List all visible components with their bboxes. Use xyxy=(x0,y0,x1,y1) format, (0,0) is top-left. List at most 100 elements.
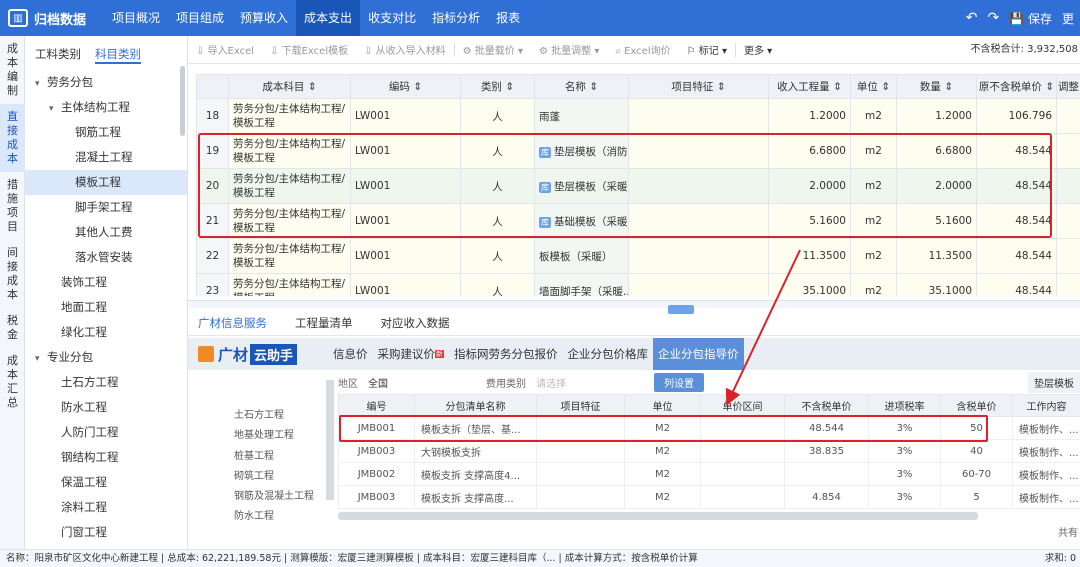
nav-item-5[interactable]: 指标分析 xyxy=(424,0,488,36)
guide-cell[interactable] xyxy=(784,462,869,486)
price-cell[interactable]: 48.544 xyxy=(976,133,1057,169)
subject-cell[interactable]: 劳务分包/主体结构工程/模板工程 xyxy=(228,238,351,274)
nav-item-2[interactable]: 预算收入 xyxy=(232,0,296,36)
guide-cell[interactable]: 模板制作、... xyxy=(1012,416,1080,440)
tree-node[interactable]: 钢结构工程 xyxy=(25,445,187,470)
guide-cell[interactable]: 模板支拆 支撑高度... xyxy=(414,485,537,509)
feature-cell[interactable] xyxy=(628,203,769,239)
unit-cell[interactable]: m2 xyxy=(850,98,897,134)
subject-cell[interactable]: 劳务分包/主体结构工程/模板工程 xyxy=(228,168,351,204)
guide-cell[interactable] xyxy=(536,462,625,486)
guide-cell[interactable]: 模板制作、... xyxy=(1012,439,1080,463)
category-item[interactable]: 砌筑工程 xyxy=(226,467,336,487)
nav-item-0[interactable]: 项目概况 xyxy=(104,0,168,36)
unit-cell[interactable]: m2 xyxy=(850,168,897,204)
guide-cell[interactable]: M2 xyxy=(624,462,701,486)
tree-node[interactable]: 土石方工程 xyxy=(25,370,187,395)
code-cell[interactable]: LW001 xyxy=(350,203,461,239)
tree-node[interactable]: ▾ 专业分包 xyxy=(25,345,187,370)
service-tab-2[interactable]: 指标网劳务分包报价 xyxy=(449,338,563,370)
adjust-cell[interactable] xyxy=(1056,273,1080,296)
more-right[interactable]: 更 xyxy=(1062,10,1074,27)
toolbar-button-4[interactable]: ⚙ 批量调整 ▾ xyxy=(531,42,607,57)
tree-node[interactable]: ▾ 劳务分包 xyxy=(25,70,187,95)
qty-cell[interactable]: 2.0000 xyxy=(896,168,977,204)
feature-cell[interactable] xyxy=(628,133,769,169)
adjust-cell[interactable] xyxy=(1056,203,1080,239)
service-tab-1[interactable]: 采购建议价新 xyxy=(373,338,450,370)
guide-cell[interactable]: 模板制作、... xyxy=(1012,462,1080,486)
guide-cell[interactable]: 38.835 xyxy=(784,439,869,463)
tree-node[interactable]: 门窗工程 xyxy=(25,520,187,545)
guide-cell[interactable]: 大钢模板支拆 xyxy=(414,439,537,463)
tree-node[interactable]: 脚手架工程 xyxy=(25,195,187,220)
guide-row[interactable]: JMB003 模板支拆 支撑高度... M2 4.854 3% 5 模板制作、... xyxy=(338,485,1080,509)
service-tab-4[interactable]: 企业分包指导价 xyxy=(653,338,744,370)
guide-row[interactable]: JMB003 大钢模板支拆 M2 38.835 3% 40 模板制作、... xyxy=(338,439,1080,463)
undo-icon[interactable]: ↶ xyxy=(966,10,978,26)
name-cell[interactable]: 库基础模板（采暖... xyxy=(534,203,629,239)
guide-hscrollbar[interactable] xyxy=(338,512,978,520)
category-scrollbar[interactable] xyxy=(326,380,334,500)
name-cell[interactable]: 库垫层模板（采暖... xyxy=(534,168,629,204)
income-qty-cell[interactable]: 6.6800 xyxy=(768,133,851,169)
qty-cell[interactable]: 35.1000 xyxy=(896,273,977,296)
income-qty-cell[interactable]: 5.1600 xyxy=(768,203,851,239)
tree-scrollbar[interactable] xyxy=(180,66,185,136)
panel-divider[interactable] xyxy=(188,300,1080,308)
region-select[interactable]: 全国 xyxy=(368,375,428,390)
guide-row[interactable]: JMB002 模板支拆 支撑高度4... M2 3% 60-70 模板制作、... xyxy=(338,462,1080,486)
column-settings-button[interactable]: 列设置 xyxy=(654,372,704,392)
feature-cell[interactable] xyxy=(628,168,769,204)
vtab-2[interactable]: 措施项目 xyxy=(0,172,25,240)
vtab-5[interactable]: 成本汇总 xyxy=(0,348,25,416)
grid-row[interactable]: 18 劳务分包/主体结构工程/模板工程 LW001 人雨蓬 1.2000 m2 1.2000… xyxy=(196,98,1080,134)
adjust-cell[interactable] xyxy=(1056,168,1080,204)
category-item[interactable]: 地基处理工程 xyxy=(226,426,336,446)
grid-row[interactable]: 19劳务分包/主体结构工程/模板工程LW001人库垫层模板（消防... 6.680… xyxy=(196,133,1080,169)
toolbar-button-0[interactable]: ⇩ 导入Excel xyxy=(188,42,262,57)
code-cell[interactable]: LW001 xyxy=(350,98,461,134)
name-cell[interactable]: 库垫层模板（消防... xyxy=(534,133,629,169)
category-item[interactable]: 桩基工程 xyxy=(226,447,336,467)
qty-cell[interactable]: 1.2000 xyxy=(896,98,977,134)
unit-cell[interactable]: m2 xyxy=(850,238,897,274)
type-cell[interactable]: 人 xyxy=(460,273,535,296)
guide-cell[interactable]: JMB003 xyxy=(338,439,415,463)
qty-cell[interactable]: 5.1600 xyxy=(896,203,977,239)
guide-cell[interactable]: 40 xyxy=(940,439,1013,463)
toolbar-button-2[interactable]: ⇩ 从收入导入材料 xyxy=(356,42,454,57)
redo-icon[interactable]: ↷ xyxy=(987,10,999,26)
guide-cell[interactable] xyxy=(700,485,785,509)
guide-cell[interactable] xyxy=(536,485,625,509)
unit-cell[interactable]: m2 xyxy=(850,133,897,169)
caret-icon[interactable]: ▾ xyxy=(35,347,47,372)
guide-cell[interactable]: 5 xyxy=(940,485,1013,509)
unit-cell[interactable]: m2 xyxy=(850,203,897,239)
vtab-3[interactable]: 间接成本 xyxy=(0,240,25,308)
toolbar-button-1[interactable]: ⇩ 下载Excel模板 xyxy=(262,42,356,57)
type-cell[interactable]: 人 xyxy=(460,203,535,239)
vtab-0[interactable]: 成本编制 xyxy=(0,36,25,104)
guide-cell[interactable]: JMB003 xyxy=(338,485,415,509)
nav-item-4[interactable]: 收支对比 xyxy=(360,0,424,36)
price-cell[interactable]: 48.544 xyxy=(976,168,1057,204)
subject-cell[interactable]: 劳务分包/主体结构工程/模板工程 xyxy=(228,133,351,169)
subject-cell[interactable]: 劳务分包/主体结构工程/模板工程 xyxy=(228,203,351,239)
nav-item-3[interactable]: 成本支出 xyxy=(296,0,361,36)
qty-cell[interactable]: 11.3500 xyxy=(896,238,977,274)
income-qty-cell[interactable]: 35.1000 xyxy=(768,273,851,296)
tree-tab-1[interactable]: 科目类别 xyxy=(95,46,141,64)
code-cell[interactable]: LW001 xyxy=(350,238,461,274)
nav-item-1[interactable]: 项目组成 xyxy=(168,0,232,36)
guide-cell[interactable] xyxy=(700,462,785,486)
guide-cell[interactable]: 3% xyxy=(868,439,941,463)
price-cell[interactable]: 106.796 xyxy=(976,98,1057,134)
unit-cell[interactable]: m2 xyxy=(850,273,897,296)
guide-cell[interactable]: 模板制作、... xyxy=(1012,485,1080,509)
adjust-cell[interactable] xyxy=(1056,238,1080,274)
tree-tab-0[interactable]: 工料类别 xyxy=(35,46,81,64)
type-cell[interactable]: 人 xyxy=(460,98,535,134)
feature-cell[interactable] xyxy=(628,238,769,274)
tree-node[interactable]: 防水工程 xyxy=(25,395,187,420)
